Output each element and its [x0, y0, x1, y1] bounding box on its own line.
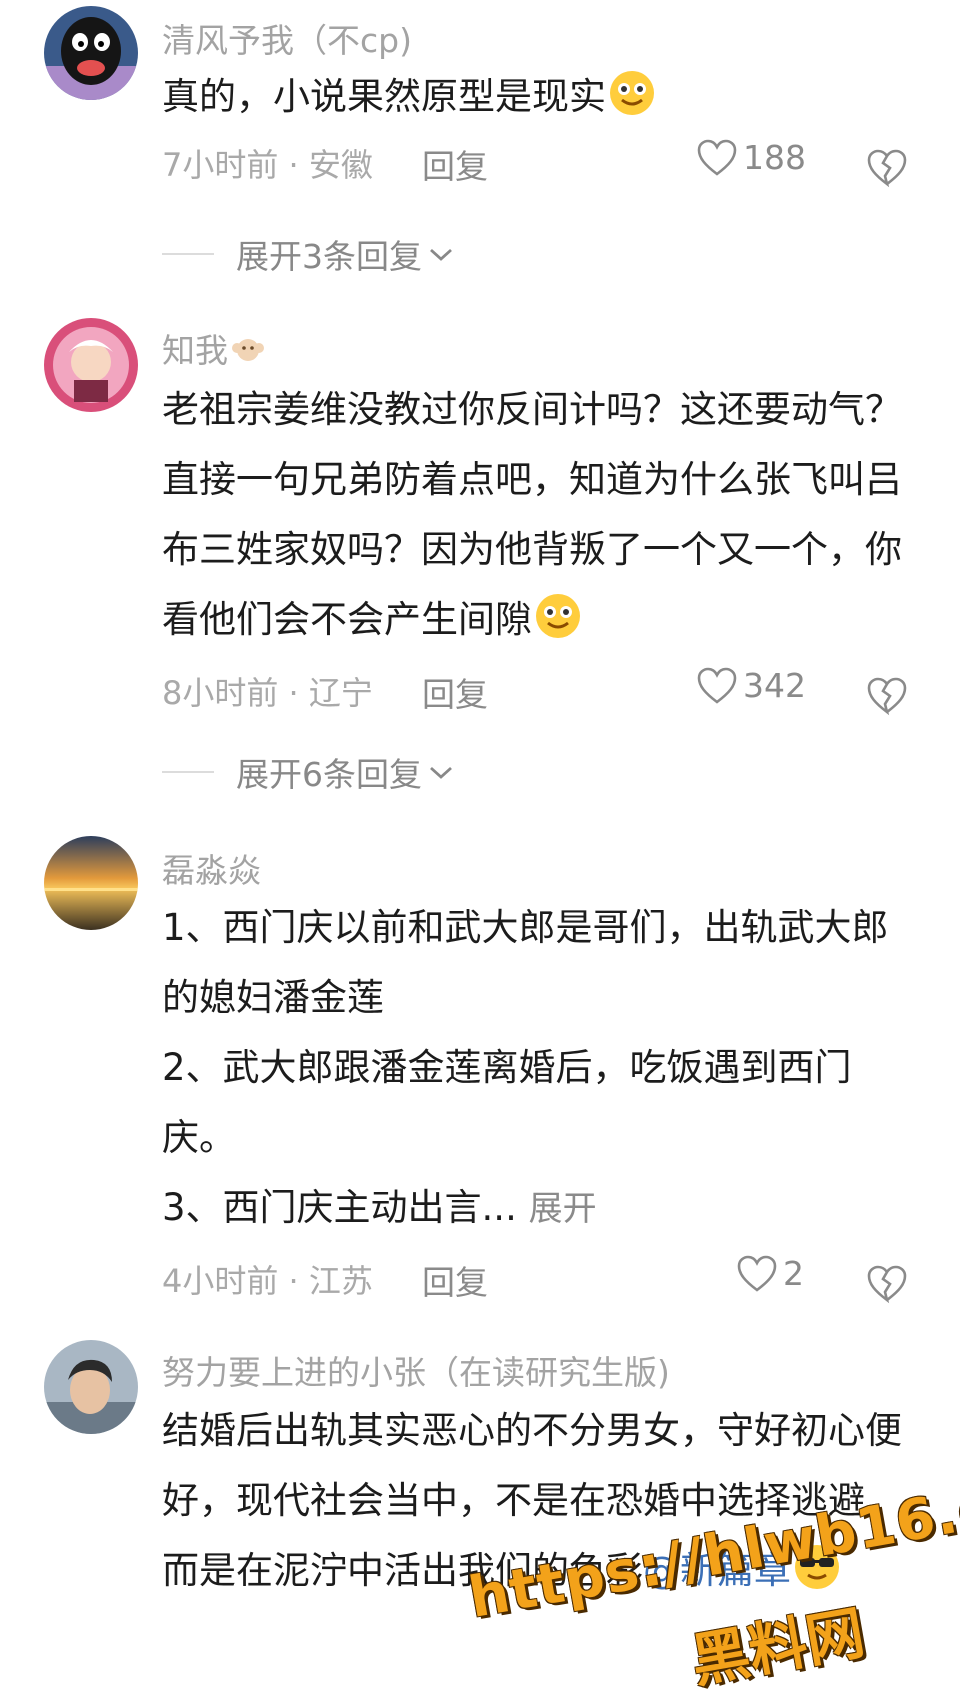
sunset-sea-avatar-icon [44, 836, 138, 930]
comment-line: 老祖宗姜维没教过你反间计吗？这还要动气？直接一句兄弟防着点吧，知道为什么张飞叫吕… [162, 388, 902, 641]
comment-line: 2、武大郎跟潘金莲离婚后，吃饭遇到西门庆。 [162, 1046, 852, 1159]
smile-emoji-icon [536, 594, 580, 638]
username[interactable]: 努力要上进的小张（在读研究生版) [162, 1346, 670, 1394]
like-count: 188 [743, 138, 806, 177]
heart-icon [697, 667, 737, 704]
heart-icon [737, 1255, 777, 1292]
avatar[interactable] [44, 1340, 138, 1434]
comment-line: 真的，小说果然原型是现实 [162, 75, 606, 118]
username-text: 知我 [162, 331, 228, 370]
expand-replies-button[interactable]: 展开3条回复 [162, 230, 454, 278]
broken-heart-icon[interactable] [866, 146, 908, 188]
username[interactable]: 知我 [162, 324, 266, 372]
smile-emoji-icon [610, 71, 654, 115]
avatar[interactable] [44, 836, 138, 930]
comment-line: 3、西门庆主动出言... [162, 1186, 517, 1229]
username[interactable]: 磊淼焱 [162, 844, 261, 892]
broken-heart-icon[interactable] [866, 674, 908, 716]
username[interactable]: 清风予我（不cp) [162, 14, 412, 62]
time-location: 7小时前 · 安徽 [162, 146, 373, 184]
cartoon-black-creature-avatar-icon [44, 6, 138, 100]
divider [162, 771, 214, 773]
reply-button[interactable]: 回复 [422, 1256, 488, 1304]
expand-label: 展开6条回复 [236, 755, 422, 794]
reply-button[interactable]: 回复 [422, 140, 488, 188]
anime-character-avatar-icon [44, 318, 138, 412]
broken-heart-icon[interactable] [866, 1262, 908, 1304]
time-location: 4小时前 · 江苏 [162, 1262, 373, 1300]
expand-label: 展开3条回复 [236, 237, 422, 276]
like-button[interactable]: 342 [697, 666, 806, 705]
avatar[interactable] [44, 318, 138, 412]
heart-icon [697, 139, 737, 176]
expand-replies-button[interactable]: 展开6条回复 [162, 748, 454, 796]
like-count: 2 [783, 1254, 804, 1293]
comment-line: 1、西门庆以前和武大郎是哥们，出轨武大郎的媳妇潘金莲 [162, 906, 889, 1019]
expand-text-button[interactable]: 展开 [529, 1189, 597, 1229]
time-location: 8小时前 · 辽宁 [162, 674, 373, 712]
chevron-down-icon [430, 766, 452, 779]
monkey-icon [232, 339, 264, 361]
avatar[interactable] [44, 6, 138, 100]
like-button[interactable]: 2 [737, 1254, 804, 1293]
like-count: 342 [743, 666, 806, 705]
chevron-down-icon [430, 248, 452, 261]
comment-text: 真的，小说果然原型是现实 [162, 62, 922, 132]
comment-text: 1、西门庆以前和武大郎是哥们，出轨武大郎的媳妇潘金莲 2、武大郎跟潘金莲离婚后，… [162, 893, 922, 1244]
comment-text: 老祖宗姜维没教过你反间计吗？这还要动气？直接一句兄弟防着点吧，知道为什么张飞叫吕… [162, 375, 922, 655]
reply-button[interactable]: 回复 [422, 668, 488, 716]
young-man-photo-avatar-icon [44, 1340, 138, 1434]
like-button[interactable]: 188 [697, 138, 806, 177]
divider [162, 253, 214, 255]
